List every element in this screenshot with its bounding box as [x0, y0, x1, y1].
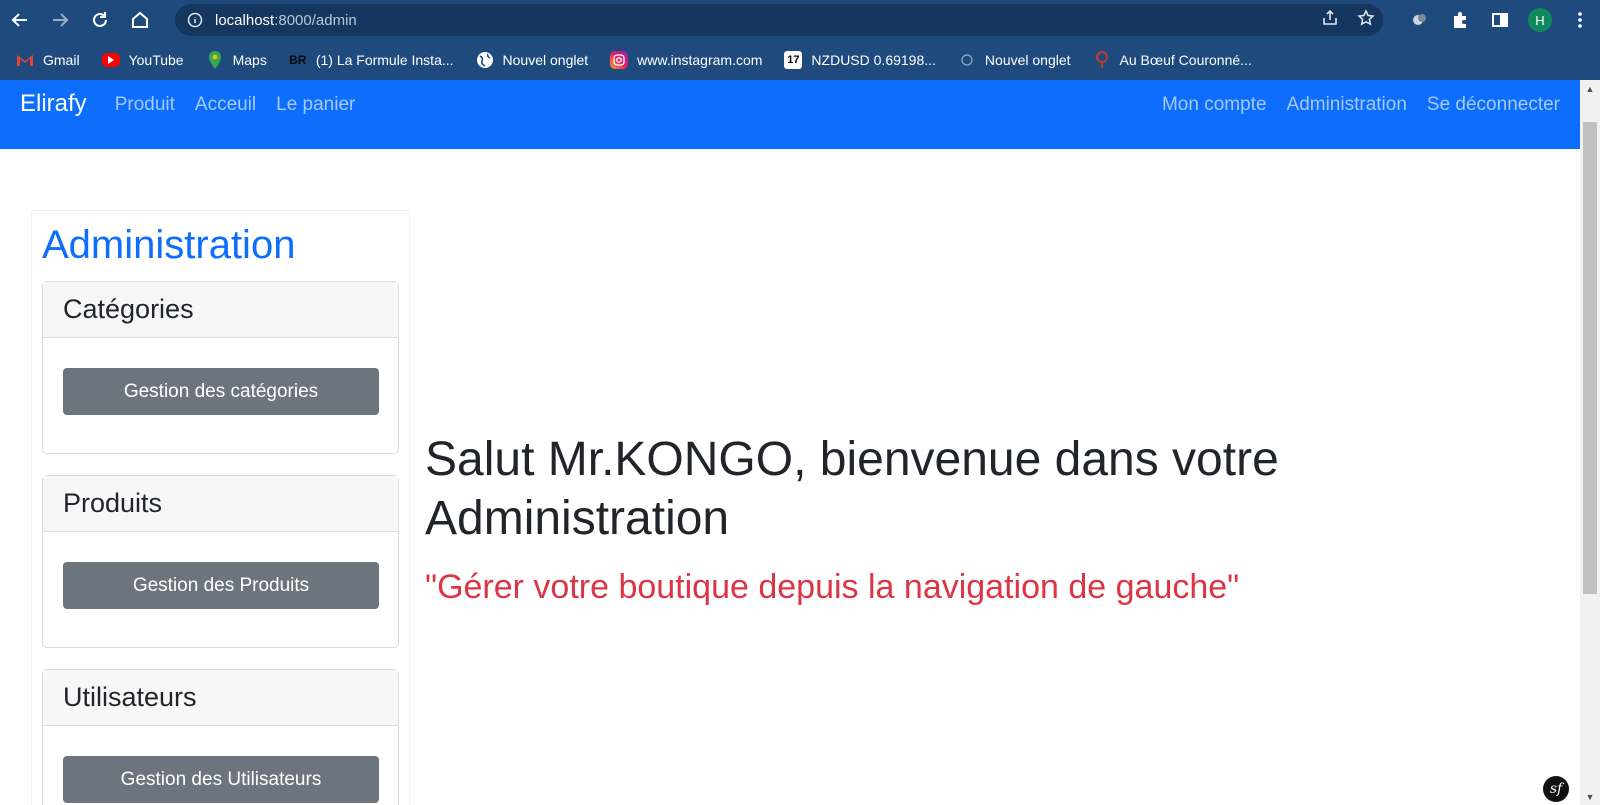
- nav-right-group: Mon compte Administration Se déconnecter: [1142, 90, 1560, 116]
- card-header: Catégories: [43, 282, 398, 338]
- card-categories: Catégories Gestion des catégories: [42, 281, 399, 454]
- home-button[interactable]: [120, 0, 160, 40]
- restaurant-icon: [1093, 51, 1111, 69]
- extension-icon[interactable]: [1400, 0, 1440, 40]
- scroll-up-arrow-icon[interactable]: ▲: [1580, 80, 1600, 97]
- bookmark-maps[interactable]: Maps: [206, 51, 267, 69]
- maps-icon: [206, 51, 224, 69]
- bookmark-nouvel-onglet[interactable]: Nouvel onglet: [476, 51, 589, 69]
- symfony-debug-icon[interactable]: sf: [1543, 776, 1569, 802]
- vertical-scrollbar[interactable]: ▲ ▼: [1580, 80, 1600, 805]
- card-produits: Produits Gestion des Produits: [42, 475, 399, 648]
- card-header: Produits: [43, 476, 398, 532]
- reload-button[interactable]: [80, 0, 120, 40]
- card-header: Utilisateurs: [43, 670, 398, 726]
- scrollbar-thumb[interactable]: [1583, 122, 1597, 594]
- bookmark-nouvel-onglet-2[interactable]: Nouvel onglet: [958, 51, 1071, 69]
- welcome-title: Salut Mr.KONGO, bienvenue dans votre Adm…: [425, 433, 1279, 545]
- bookmarks-bar: Gmail YouTube Maps BR (1) La Formule Ins…: [0, 40, 1600, 80]
- card-body: Gestion des catégories: [43, 338, 398, 453]
- bookmark-youtube[interactable]: YouTube: [101, 52, 184, 68]
- url-text: localhost:8000/admin: [215, 12, 357, 29]
- nav-link-administration[interactable]: Administration: [1287, 94, 1407, 116]
- bookmark-nzdusd[interactable]: 17 NZDUSD 0.69198...: [784, 51, 936, 69]
- reload-icon: [93, 12, 107, 27]
- bookmark-label: Au Bœuf Couronné...: [1119, 52, 1252, 68]
- site-navbar: Elirafy Produit Acceuil Le panier Mon co…: [0, 80, 1580, 149]
- brand-link[interactable]: Elirafy: [20, 90, 87, 118]
- page-content: Elirafy Produit Acceuil Le panier Mon co…: [0, 80, 1580, 805]
- puzzle-icon[interactable]: [1440, 0, 1480, 40]
- card-utilisateurs: Utilisateurs Gestion des Utilisateurs: [42, 669, 399, 805]
- side-panel-icon[interactable]: [1480, 0, 1520, 40]
- bookmark-instagram[interactable]: www.instagram.com: [610, 51, 762, 69]
- nav-link-deconnecter[interactable]: Se déconnecter: [1427, 94, 1560, 116]
- page-icon: [958, 51, 976, 69]
- scroll-down-arrow-icon[interactable]: ▼: [1580, 788, 1600, 805]
- browser-toolbar: localhost:8000/admin H: [0, 0, 1600, 40]
- address-bar[interactable]: localhost:8000/admin: [175, 4, 1383, 36]
- welcome-subtitle: "Gérer votre boutique depuis la navigati…: [425, 568, 1240, 606]
- arrow-left-icon: [11, 13, 27, 27]
- star-icon[interactable]: [1357, 8, 1375, 32]
- nav-link-acceuil[interactable]: Acceuil: [195, 94, 256, 116]
- nav-link-mon-compte[interactable]: Mon compte: [1162, 94, 1267, 116]
- bookmark-la-formule[interactable]: BR (1) La Formule Insta...: [289, 51, 454, 69]
- bookmark-label: Nouvel onglet: [502, 52, 589, 68]
- bookmark-label: YouTube: [128, 52, 184, 68]
- bookmark-label: Nouvel onglet: [984, 52, 1071, 68]
- back-button[interactable]: [0, 0, 40, 40]
- manage-products-button[interactable]: Gestion des Produits: [63, 562, 379, 609]
- gmail-icon: [16, 51, 34, 69]
- bookmark-label: Maps: [232, 52, 267, 68]
- url-path: :8000/admin: [274, 11, 357, 29]
- card-body: Gestion des Produits: [43, 532, 398, 647]
- bookmark-label: Gmail: [43, 52, 80, 68]
- nav-link-produit[interactable]: Produit: [115, 94, 175, 116]
- nav-link-panier[interactable]: Le panier: [276, 94, 355, 116]
- bookmark-label: (1) La Formule Insta...: [315, 52, 454, 68]
- home-icon: [132, 11, 148, 28]
- menu-kebab-icon[interactable]: [1560, 0, 1600, 40]
- youtube-icon: [101, 53, 120, 67]
- globe-icon: [476, 51, 494, 69]
- manage-users-button[interactable]: Gestion des Utilisateurs: [63, 756, 379, 803]
- admin-sidebar: Administration Catégories Gestion des ca…: [31, 210, 410, 805]
- manage-categories-button[interactable]: Gestion des catégories: [63, 368, 379, 415]
- arrow-right-icon: [53, 13, 69, 27]
- forward-button[interactable]: [40, 0, 80, 40]
- info-icon[interactable]: [175, 12, 215, 28]
- share-icon[interactable]: [1321, 9, 1339, 32]
- bookmark-label: NZDUSD 0.69198...: [811, 52, 936, 68]
- br-icon: BR: [289, 53, 307, 67]
- url-host: localhost: [215, 11, 275, 29]
- bookmark-gmail[interactable]: Gmail: [16, 51, 80, 69]
- sidebar-title: Administration: [42, 223, 296, 267]
- bookmark-label: www.instagram.com: [637, 52, 763, 68]
- instagram-icon: [610, 51, 629, 69]
- bookmark-au-boeuf[interactable]: Au Bœuf Couronné...: [1093, 51, 1252, 69]
- card-body: Gestion des Utilisateurs: [43, 726, 398, 805]
- tradingview-icon: 17: [784, 51, 803, 69]
- profile-avatar[interactable]: H: [1528, 8, 1552, 32]
